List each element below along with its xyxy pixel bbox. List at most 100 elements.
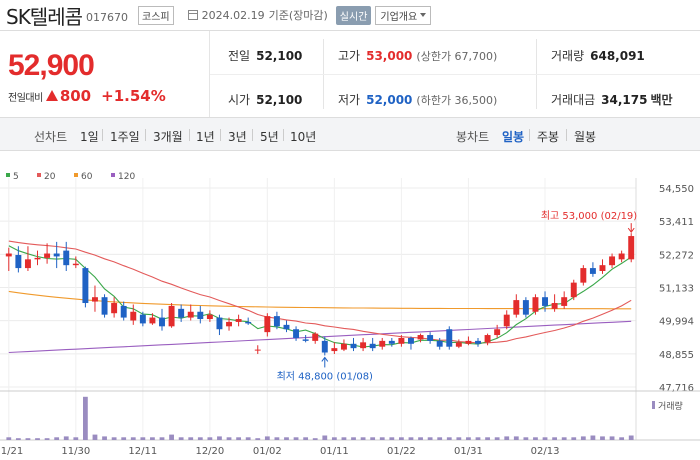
candle-body (475, 340, 481, 344)
period-3y[interactable]: 3년 (228, 128, 247, 145)
period-1w[interactable]: 1주일 (110, 128, 140, 145)
period-10y[interactable]: 10년 (290, 128, 316, 145)
volume-bar (140, 437, 146, 440)
stat-low-label: 저가 (338, 93, 361, 107)
y-tick-label: 51,133 (659, 284, 694, 295)
period-3m[interactable]: 3개월 (153, 128, 183, 145)
volume-bar (341, 437, 347, 440)
volume-bar (255, 438, 261, 440)
volume-bar (150, 437, 155, 440)
candle-daily[interactable]: 일봉 (502, 128, 524, 145)
candle-body (570, 282, 577, 298)
x-tick-label: 12/20 (195, 446, 224, 457)
stat-amount: 거래대금 34,175 백만 (551, 91, 673, 108)
volume-bar (274, 437, 280, 440)
low-annotation: 최저 48,800 (01/08) (277, 370, 373, 382)
volume-bar (293, 437, 299, 440)
market-badge: 코스피 (138, 5, 174, 25)
x-tick-label: 01/02 (253, 446, 282, 457)
period-5y[interactable]: 5년 (260, 128, 279, 145)
company-info-label: 기업개요 (380, 11, 418, 23)
y-tick-label: 53,411 (659, 217, 694, 228)
volume-bar (217, 436, 222, 440)
volume-bar (351, 437, 356, 440)
candle-body (513, 300, 520, 315)
volume-bar (494, 437, 500, 440)
change-percent: +1.54% (101, 87, 166, 105)
period-1d[interactable]: 1일 (80, 128, 99, 145)
candle-body (44, 253, 51, 258)
candle-body (580, 268, 587, 283)
volume-bar (226, 437, 232, 440)
volume-bar (523, 437, 529, 440)
candle-body (254, 349, 261, 351)
up-triangle-icon (45, 90, 58, 101)
volume-bar (15, 438, 21, 440)
stat-prev-value: 52,100 (256, 49, 303, 63)
volume-bar (322, 435, 328, 440)
legend-swatch (6, 173, 10, 177)
stat-low: 저가 52,000 (하한가 36,500) (338, 91, 497, 108)
volume-bar (6, 437, 12, 440)
candle-body (178, 308, 185, 318)
volume-bar (25, 438, 31, 440)
volume-bar (475, 437, 481, 440)
candle-body (82, 268, 89, 304)
candle-monthly[interactable]: 월봉 (574, 128, 596, 145)
volume-bar (437, 437, 443, 440)
candle-body (5, 253, 12, 257)
x-tick-label: 01/31 (454, 446, 483, 457)
candle-body (101, 297, 108, 315)
volume-bar (73, 437, 79, 440)
toolbar-separator (529, 129, 530, 141)
stat-open: 시가 52,100 (228, 91, 302, 108)
volume-bar (44, 438, 50, 440)
realtime-button[interactable]: 실시간 (335, 5, 372, 25)
volume-bar (513, 436, 519, 440)
ma120-line (8, 320, 632, 354)
candle-body (206, 314, 213, 320)
candle-body (599, 265, 606, 271)
candle-body (245, 321, 252, 324)
candle-body (522, 300, 529, 315)
candle-body (139, 314, 146, 324)
candle-body (226, 321, 232, 327)
candle-body (379, 340, 386, 347)
stat-high: 고가 53,000 (상한가 67,700) (338, 47, 497, 64)
volume-bar (303, 437, 309, 440)
ma5-line (8, 245, 632, 348)
candle-weekly[interactable]: 주봉 (537, 128, 559, 145)
volume-bar (485, 437, 490, 440)
volume-bar (111, 437, 117, 440)
candle-body (53, 253, 60, 257)
toolbar-separator (566, 129, 567, 141)
volume-bar (408, 437, 414, 440)
quote-date: 2024.02.19 (201, 8, 265, 22)
candle-body (302, 339, 309, 341)
y-tick-label: 54,550 (659, 184, 694, 195)
volume-bar (284, 437, 289, 440)
volume-bar (159, 437, 165, 440)
company-info-button[interactable]: 기업개요 (375, 5, 432, 25)
y-tick-label: 47,716 (659, 383, 694, 394)
line-chart-label: 선차트 (34, 130, 68, 144)
quote-basis: 기준(장마감) (268, 9, 328, 22)
volume-bar (446, 437, 452, 440)
candle-body (360, 342, 367, 349)
candle-body (532, 297, 539, 312)
change-label: 전일대비 (8, 93, 43, 104)
period-1y[interactable]: 1년 (196, 128, 215, 145)
candle-body (484, 335, 491, 343)
volume-bar (561, 437, 567, 440)
candle-body (273, 316, 280, 327)
volume-bar (609, 436, 615, 440)
legend-swatch (74, 173, 78, 177)
stat-lower-limit: (하한가 36,500) (416, 94, 498, 107)
volume-bar (427, 437, 433, 440)
stock-chart: 5 20 60 120 54,550 53,411 52,272 51,133 49,994 48… (0, 172, 700, 457)
chevron-down-icon (420, 13, 427, 17)
volume-bar (379, 437, 385, 440)
y-tick-label: 49,994 (659, 317, 694, 328)
candle-body (628, 236, 635, 260)
volume-label: 거래량 (658, 400, 683, 412)
